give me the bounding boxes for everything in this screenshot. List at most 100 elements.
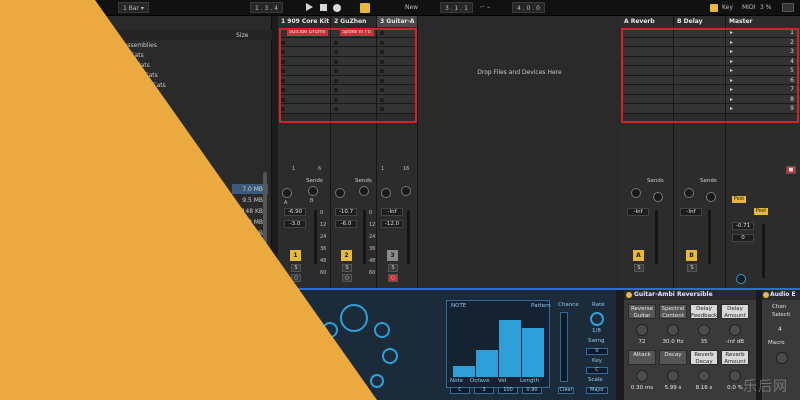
scene-launch[interactable]: ▸ 5 <box>726 66 800 76</box>
send-a-knob[interactable] <box>335 188 345 198</box>
clip-slot[interactable] <box>331 37 376 47</box>
browser-item[interactable]: r Cats <box>126 52 144 59</box>
clip-slot[interactable] <box>377 94 417 104</box>
send-a-knob[interactable] <box>684 188 694 198</box>
clip-slot[interactable] <box>377 56 417 66</box>
scene-play-icon[interactable]: ▸ <box>730 86 733 93</box>
scene-play-icon[interactable]: ▸ <box>730 96 733 103</box>
send-a-knob[interactable] <box>282 188 292 198</box>
send-a-knob[interactable] <box>631 188 641 198</box>
solo-button[interactable]: S <box>342 264 352 272</box>
clip-slot[interactable] <box>278 75 330 85</box>
clip-slot[interactable] <box>331 75 376 85</box>
slot-stop-icon[interactable] <box>380 31 384 35</box>
device-on-icon[interactable] <box>626 292 632 298</box>
macro-button[interactable]: Reverb Decay <box>690 350 718 365</box>
loop-length[interactable]: 4 . 0 . 0 <box>512 2 545 13</box>
macro-button[interactable]: Spectral Content <box>659 304 687 319</box>
slot-stop-icon[interactable] <box>380 69 384 73</box>
draw-mode-icon[interactable]: ⌐ ⌁ <box>480 2 491 13</box>
volume-value[interactable]: -10.7 <box>335 208 357 216</box>
send-a-knob[interactable] <box>381 188 391 198</box>
slot-stop-icon[interactable] <box>281 40 285 45</box>
arm-button[interactable]: ○ <box>342 274 352 282</box>
step-ring-icon[interactable] <box>328 374 342 388</box>
loop-start[interactable]: 3 . 1 . 1 <box>440 2 473 13</box>
send-b-knob[interactable] <box>359 186 369 196</box>
step-ring-icon[interactable] <box>322 322 338 338</box>
new-button[interactable]: New <box>405 2 418 13</box>
slot-stop-icon[interactable] <box>334 78 338 83</box>
slot-stop-icon[interactable] <box>380 59 384 64</box>
clip-slot[interactable] <box>278 47 330 57</box>
step-ring-icon[interactable] <box>382 348 398 364</box>
master-pan-value[interactable]: 0 <box>732 234 754 242</box>
slot-stop-icon[interactable] <box>334 50 338 54</box>
slot-stop-icon[interactable] <box>281 78 285 83</box>
macro-button[interactable]: Decay <box>659 350 687 365</box>
slot-stop-icon[interactable] <box>380 107 384 111</box>
macro-knob[interactable] <box>636 370 648 382</box>
clip-slot[interactable] <box>377 75 417 85</box>
scene-launch[interactable]: ▸ 6 <box>726 75 800 85</box>
record-icon[interactable] <box>333 4 341 12</box>
scale-select[interactable]: Major <box>586 387 608 394</box>
clip-slot[interactable] <box>331 56 376 66</box>
macro-knob[interactable] <box>698 324 710 336</box>
scene-launch[interactable]: ▸ 3 <box>726 47 800 57</box>
size-column-header[interactable]: Size <box>236 32 248 39</box>
macro-knob[interactable] <box>776 352 788 364</box>
clip-slot[interactable] <box>377 47 417 57</box>
scene-play-icon[interactable]: ▸ <box>730 39 733 46</box>
clip[interactable]: Suicide Drums <box>287 29 328 36</box>
scene-launch[interactable]: ▸ 4 <box>726 56 800 66</box>
clip-slot[interactable] <box>278 66 330 76</box>
scene-launch[interactable]: ▸ 7 <box>726 85 800 95</box>
volume-value[interactable]: -6.90 <box>284 208 306 216</box>
slot-stop-icon[interactable] <box>334 88 338 92</box>
track-title[interactable]: A Reverb <box>621 16 673 27</box>
cue-volume-knob[interactable] <box>736 274 746 284</box>
slot-stop-icon[interactable] <box>380 88 384 92</box>
track-title[interactable]: 2 GuZhen <box>331 16 376 27</box>
octave-bar[interactable] <box>476 350 498 377</box>
macro-knob[interactable] <box>698 370 710 382</box>
pan-value[interactable]: -3.0 <box>284 220 306 228</box>
play-icon[interactable] <box>306 3 313 11</box>
clip-slot[interactable] <box>278 104 330 114</box>
stop-all-clips-button[interactable]: ■ <box>786 166 796 174</box>
browser-scrollbar[interactable] <box>263 172 267 252</box>
scene-launch[interactable]: ▸ 2 <box>726 37 800 47</box>
step-ring-icon[interactable] <box>314 350 332 368</box>
step-ring-icon[interactable] <box>374 322 390 338</box>
note-value[interactable]: C <box>450 387 470 394</box>
midi-map-button[interactable]: MIDI <box>742 2 755 13</box>
clip-slot[interactable] <box>278 85 330 95</box>
solo-button[interactable]: S <box>687 264 697 272</box>
browser-item[interactable]: r Cats <box>132 62 150 69</box>
clip-slot[interactable] <box>278 94 330 104</box>
slot-stop-icon[interactable] <box>380 40 384 45</box>
rate-knob[interactable] <box>590 312 604 326</box>
note-bar[interactable] <box>453 366 475 377</box>
macro-knob[interactable] <box>636 324 648 336</box>
post-button[interactable]: Post <box>732 196 746 203</box>
slot-stop-icon[interactable] <box>281 97 285 102</box>
macro-button[interactable]: Attack <box>628 350 656 365</box>
send-b-knob[interactable] <box>308 186 318 196</box>
rack-title[interactable]: Guitar-Ambi Reversible <box>624 290 756 300</box>
scene-launch[interactable]: ▸ 1 <box>726 28 800 38</box>
octave-value[interactable]: 3 <box>474 387 494 394</box>
clip-slot[interactable]: Suicide Drums <box>278 28 330 38</box>
return-activator-button[interactable]: B <box>686 250 697 261</box>
post-button[interactable]: Post <box>754 208 768 215</box>
arm-button[interactable]: ○ <box>388 274 398 282</box>
macro-knob[interactable] <box>729 324 741 336</box>
slot-stop-icon[interactable] <box>281 88 285 92</box>
automation-arm-icon[interactable] <box>360 3 370 13</box>
stop-icon[interactable] <box>320 4 327 11</box>
macro-button[interactable]: Delay Feedback <box>690 304 718 319</box>
slot-stop-icon[interactable] <box>281 59 285 64</box>
velocity-value[interactable]: 100 <box>498 387 518 394</box>
chance-slider[interactable] <box>560 312 568 382</box>
